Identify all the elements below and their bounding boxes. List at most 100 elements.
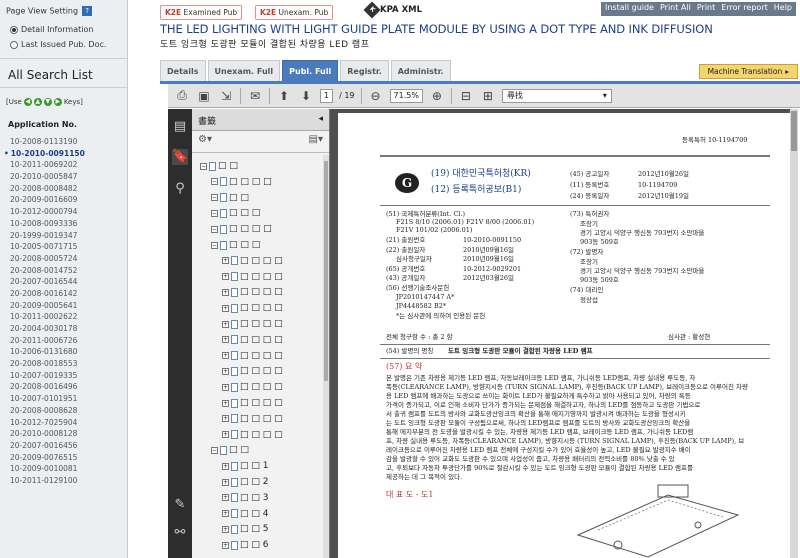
zoom-out-icon[interactable]: ⊖ [368, 89, 384, 103]
zoom-input[interactable]: 71.5% [389, 88, 423, 103]
bookmark-item[interactable]: + □ □ 4 [222, 509, 268, 519]
application-list-item[interactable]: 20-2009-0005641 [0, 300, 127, 312]
bookmark-item[interactable]: + □ □ □ □ [222, 351, 283, 361]
expand-icon[interactable]: − [211, 225, 218, 233]
bookmark-item[interactable]: + □ □ □ □ [222, 303, 283, 313]
application-list-item[interactable]: 10-2008-0093336 [0, 218, 127, 230]
export-icon[interactable]: ⇲ [218, 89, 234, 103]
expand-icon[interactable]: + [222, 257, 229, 265]
dropdown-icon[interactable]: ▾ [603, 90, 607, 102]
tab-publ-full[interactable]: Publ. Full [282, 60, 339, 81]
bookmark-item[interactable]: + □ □ □ □ [222, 287, 283, 297]
application-list-item[interactable]: 10-2011-0069202 [0, 159, 127, 171]
bookmark-item[interactable]: − □ □ □ [211, 208, 260, 218]
expand-icon[interactable]: − [211, 178, 218, 186]
pdf-scrollbar[interactable] [790, 109, 798, 558]
help-icon[interactable]: ? [82, 6, 93, 16]
bookmark-item[interactable]: − □ □ □ [211, 240, 260, 250]
application-list-item[interactable]: 20-2008-0008628 [0, 405, 127, 417]
expand-icon[interactable]: − [200, 162, 207, 170]
application-list-item[interactable]: 20-2008-0016142 [0, 288, 127, 300]
expand-icon[interactable]: + [222, 494, 229, 502]
bookmark-item[interactable]: + □ □ 5 [222, 524, 268, 534]
options-icon[interactable]: ⚙▾ [198, 134, 212, 149]
expand-icon[interactable]: + [222, 541, 229, 549]
application-list-item[interactable]: 20-2007-0016544 [0, 276, 127, 288]
bookmark-item[interactable]: + □ □ 3 [222, 493, 268, 503]
tab-details[interactable]: Details [160, 60, 206, 81]
bookmark-item[interactable]: + □ □ 6 [222, 540, 268, 550]
bookmark-item[interactable]: + □ □ □ □ [222, 430, 283, 440]
application-list-item[interactable]: 10-2012-7025904 [0, 417, 127, 429]
bookmark-item[interactable]: − □ □ [211, 445, 249, 455]
application-list-item[interactable]: 20-2008-0018553 [0, 358, 127, 370]
application-list-item[interactable]: 10-2011-0002622 [0, 311, 127, 323]
tab-registr[interactable]: Registr. [340, 60, 389, 81]
attachment-icon[interactable]: ⚯ [172, 525, 188, 541]
detail-information-option[interactable]: Detail Information [10, 25, 93, 34]
expand-icon[interactable]: + [222, 510, 229, 518]
bookmark-item[interactable]: + □ □ □ □ [222, 335, 283, 345]
zoom-in-icon[interactable]: ⊕ [429, 89, 445, 103]
expand-icon[interactable]: + [222, 525, 229, 533]
expand-icon[interactable]: + [222, 352, 229, 360]
application-list-item[interactable]: 20-2007-0016456 [0, 440, 127, 452]
collapse-panel-icon[interactable]: ◂ [318, 114, 323, 125]
radio-icon[interactable] [10, 40, 18, 49]
bookmark-item[interactable]: + □ □ □ □ [222, 414, 283, 424]
fit-width-icon[interactable]: ⊞ [480, 89, 496, 103]
bookmark-item[interactable]: + □ □ □ □ [222, 382, 283, 392]
tab-administr[interactable]: Administr. [390, 60, 451, 81]
bookmark-item[interactable]: − □ □ □ □ [211, 177, 272, 187]
application-list-item[interactable]: 20-2010-0005847 [0, 171, 127, 183]
application-list-item[interactable]: 20-2008-0005724 [0, 253, 127, 265]
k2e-unexam-pub-button[interactable]: K2E Unexam. Pub [255, 5, 334, 20]
application-list-item[interactable]: 20-2008-0016496 [0, 381, 127, 393]
tab-unexam-full[interactable]: Unexam. Full [207, 60, 281, 81]
pages-icon[interactable]: ▤ [172, 119, 188, 135]
expand-icon[interactable]: + [222, 415, 229, 423]
bookmark-item[interactable]: + □ □ □ □ [222, 366, 283, 376]
machine-translation-button[interactable]: Machine Translation [698, 64, 798, 79]
application-list-item[interactable]: 20-2011-0006726 [0, 335, 127, 347]
kpa-xml-button[interactable]: K KPA XML [363, 1, 422, 19]
page-up-icon[interactable]: ⬆ [276, 89, 292, 103]
expand-icon[interactable]: + [222, 462, 229, 470]
pdf-search-input[interactable]: 尋找 ▾ [501, 88, 612, 103]
error-report-link[interactable]: Error report [721, 3, 767, 15]
binoculars-icon[interactable]: ⚲ [172, 181, 188, 197]
expand-icon[interactable]: + [222, 399, 229, 407]
application-list-item[interactable]: 20-2009-0016609 [0, 194, 127, 206]
bookmark-item[interactable]: + □ □ □ □ [222, 256, 283, 266]
bookmark-item[interactable]: + □ □ 2 [222, 477, 268, 487]
k2e-examined-pub-button[interactable]: K2E Examined Pub [160, 5, 243, 20]
arrow-down-icon[interactable]: ▼ [43, 98, 52, 106]
page-number-input[interactable]: 1 [320, 88, 334, 103]
application-list-item[interactable]: 10-2007-0101951 [0, 393, 127, 405]
application-list-item[interactable]: 10-2012-0000794 [0, 206, 127, 218]
expand-icon[interactable]: − [211, 241, 218, 249]
application-list-item[interactable]: 10-2008-0113190 [0, 136, 127, 148]
bookmark-item[interactable]: + □ □ □ □ [222, 319, 283, 329]
bookmark-item[interactable]: + □ □ □ □ [222, 272, 283, 282]
bookmark-scrollbar[interactable] [323, 155, 329, 558]
expand-icon[interactable]: + [222, 367, 229, 375]
print-icon[interactable]: ⎙ [174, 88, 190, 103]
expand-bookmark-icon[interactable]: ▤▾ [309, 134, 323, 149]
page-down-icon[interactable]: ⬇ [298, 89, 314, 103]
bookmark-item[interactable]: − □ □ [211, 193, 249, 203]
print-link[interactable]: Print [697, 3, 715, 15]
comment-icon[interactable]: ✉ [247, 89, 263, 103]
application-list-item[interactable]: 10-2006-0131680 [0, 346, 127, 358]
arrow-left-icon[interactable]: ◀ [23, 98, 32, 106]
bookmark-item[interactable]: + □ □ 1 [222, 461, 268, 471]
application-list-item[interactable]: 20-2009-0076515 [0, 452, 127, 464]
bookmark-item[interactable]: + □ □ □ □ [222, 398, 283, 408]
help-link[interactable]: Help [774, 3, 792, 15]
bookmark-item[interactable]: − □ □ □ □ [211, 224, 272, 234]
expand-icon[interactable]: − [211, 194, 218, 202]
expand-icon[interactable]: + [222, 336, 229, 344]
print-all-link[interactable]: Print All [660, 3, 691, 15]
expand-icon[interactable]: + [222, 383, 229, 391]
fit-page-icon[interactable]: ⊟ [458, 89, 474, 103]
